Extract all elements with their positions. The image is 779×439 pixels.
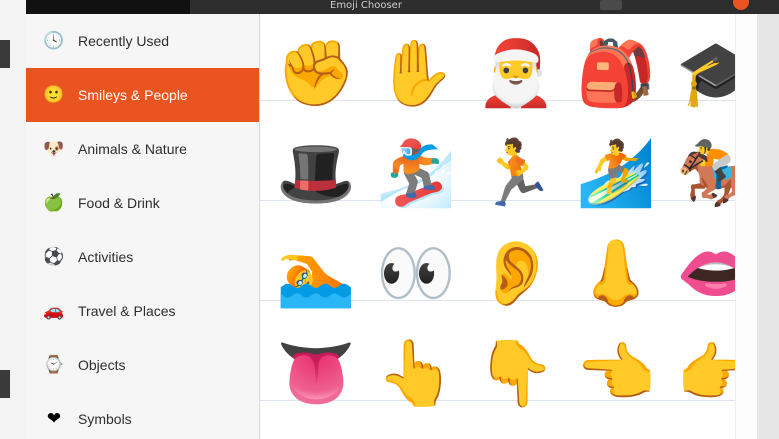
sidebar-item-label: Travel & Places xyxy=(78,303,176,319)
smiley-icon: 🙂 xyxy=(43,84,65,105)
sidebar-item-recently-used[interactable]: 🕓 Recently Used xyxy=(26,14,259,68)
emoji-raised-fist[interactable]: ✊ xyxy=(268,26,364,122)
sidebar-item-label: Smileys & People xyxy=(78,87,188,103)
sidebar-item-smileys-people[interactable]: 🙂 Smileys & People xyxy=(26,68,259,122)
desktop-background xyxy=(0,0,26,439)
clock-icon: 🕓 xyxy=(43,30,65,51)
sidebar-item-label: Animals & Nature xyxy=(78,141,187,157)
category-sidebar: 🕓 Recently Used 🙂 Smileys & People 🐶 Animals … xyxy=(26,14,260,439)
close-button[interactable] xyxy=(733,0,749,10)
sidebar-item-animals-nature[interactable]: 🐶 Animals & Nature xyxy=(26,122,259,176)
desktop-fragment xyxy=(0,370,10,398)
sidebar-item-travel-places[interactable]: 🚗 Travel & Places xyxy=(26,284,259,338)
window-titlebar[interactable]: Emoji Chooser xyxy=(190,0,779,14)
dog-icon: 🐶 xyxy=(43,138,65,159)
sidebar-item-food-drink[interactable]: 🍏 Food & Drink xyxy=(26,176,259,230)
emoji-pointing-left[interactable]: 👈 xyxy=(568,326,664,422)
emoji-nose[interactable]: 👃 xyxy=(568,226,664,322)
sidebar-item-label: Symbols xyxy=(78,411,132,427)
sidebar-item-label: Recently Used xyxy=(78,33,170,49)
scrollbar[interactable] xyxy=(735,14,757,439)
sidebar-item-symbols[interactable]: ❤ Symbols xyxy=(26,392,259,439)
watch-icon: ⌚ xyxy=(43,354,65,375)
sidebar-item-activities[interactable]: ⚽ Activities xyxy=(26,230,259,284)
emoji-pointing-up[interactable]: 👆 xyxy=(368,326,464,422)
emoji-raised-hand[interactable]: ✋ xyxy=(368,26,464,122)
emoji-person-running[interactable]: 🏃 xyxy=(468,126,564,222)
emoji-chooser-window: 🕓 Recently Used 🙂 Smileys & People 🐶 Animals … xyxy=(26,14,757,439)
emoji-tongue[interactable]: 👅 xyxy=(268,326,364,422)
desktop-background-right xyxy=(757,14,779,439)
apple-icon: 🍏 xyxy=(43,192,65,213)
emoji-grid-area: ✊ ✋ 🎅 🎒 🎓 🎩 🏂 🏃 🏄 🏇 🏊 👀 👂 👃 👄 👅 👆 👇 👈 👉 xyxy=(260,14,757,439)
sidebar-item-objects[interactable]: ⌚ Objects xyxy=(26,338,259,392)
car-icon: 🚗 xyxy=(43,300,65,321)
emoji-person-surfing[interactable]: 🏄 xyxy=(568,126,664,222)
desktop-fragment xyxy=(0,40,10,68)
sidebar-item-label: Activities xyxy=(78,249,134,265)
emoji-person-swimming[interactable]: 🏊 xyxy=(268,226,364,322)
emoji-grid: ✊ ✋ 🎅 🎒 🎓 🎩 🏂 🏃 🏄 🏇 🏊 👀 👂 👃 👄 👅 👆 👇 👈 👉 xyxy=(268,26,757,426)
sidebar-item-label: Objects xyxy=(78,357,126,373)
emoji-top-hat[interactable]: 🎩 xyxy=(268,126,364,222)
emoji-pointing-down[interactable]: 👇 xyxy=(468,326,564,422)
emoji-snowboarder[interactable]: 🏂 xyxy=(368,126,464,222)
soccer-ball-icon: ⚽ xyxy=(43,246,65,267)
emoji-ear[interactable]: 👂 xyxy=(468,226,564,322)
emoji-backpack[interactable]: 🎒 xyxy=(568,26,664,122)
heart-icon: ❤ xyxy=(46,408,62,429)
window-title: Emoji Chooser xyxy=(330,0,402,11)
sidebar-item-label: Food & Drink xyxy=(78,195,160,211)
emoji-santa-claus[interactable]: 🎅 xyxy=(468,26,564,122)
minimize-button[interactable] xyxy=(600,0,622,10)
emoji-eyes[interactable]: 👀 xyxy=(368,226,464,322)
